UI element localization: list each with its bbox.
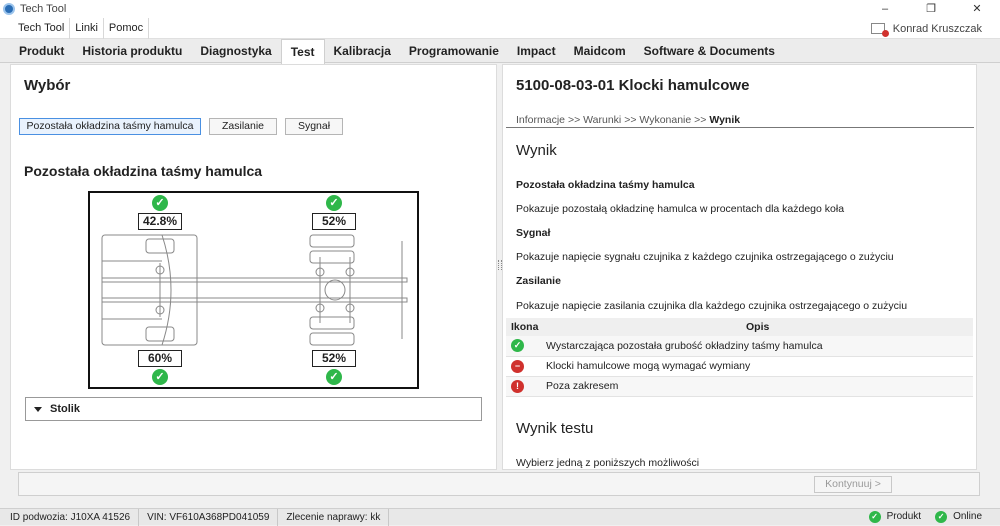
front-left-wear: 42.8%: [138, 213, 182, 230]
section-title-lining: Pozostała okładzina taśmy hamulca: [516, 179, 695, 191]
rear-left-status-icon: ✓: [326, 195, 342, 211]
notification-icon[interactable]: [870, 23, 889, 37]
front-right-wear: 60%: [138, 350, 182, 367]
wynik-testu-heading: Wynik testu: [516, 420, 594, 437]
product-status-label: Produkt: [886, 511, 922, 522]
legend-text: Poza zakresem: [546, 376, 973, 397]
rear-left-wear: 52%: [312, 213, 356, 230]
menu-item-linki[interactable]: Linki: [70, 17, 104, 39]
tab-maidcom[interactable]: Maidcom: [565, 39, 635, 63]
tab-software-documents[interactable]: Software & Documents: [635, 39, 784, 63]
column-header-description: Opis: [546, 318, 973, 336]
menu-item-pomoc[interactable]: Pomoc: [104, 17, 150, 39]
minus-circle-icon: −: [511, 359, 524, 373]
selection-panel: Wybór Pozostała okładzina taśmy hamulca …: [10, 64, 497, 470]
stolik-label: Stolik: [50, 403, 80, 415]
breadcrumb-informacje[interactable]: Informacje: [516, 114, 565, 126]
column-header-icon: Ikona: [506, 318, 546, 336]
product-status-icon: ✓: [868, 510, 881, 523]
front-left-status-icon: ✓: [152, 195, 168, 211]
section-title-signal: Sygnał: [516, 227, 551, 239]
user-name[interactable]: Konrad Kruszczak: [893, 23, 982, 35]
close-button[interactable]: ✕: [954, 0, 1000, 18]
stolik-collapsible[interactable]: Stolik: [25, 397, 482, 421]
tab-kalibracja[interactable]: Kalibracja: [325, 39, 400, 63]
tab-programowanie[interactable]: Programowanie: [400, 39, 508, 63]
legend-table: Ikona Opis ✓ Wystarczająca pozostała gru…: [506, 318, 973, 397]
section-title-supply: Zasilanie: [516, 275, 561, 287]
menu-bar: Tech Tool Linki Pomoc: [0, 17, 1000, 39]
breadcrumb-wykonanie[interactable]: Wykonanie: [639, 114, 691, 126]
panel-splitter[interactable]: [497, 64, 502, 470]
app-logo-icon: [3, 3, 15, 15]
vin: VIN: VF610A368PD041059: [139, 508, 279, 526]
ok-check-icon: ✓: [511, 339, 524, 353]
vertical-scrollbar[interactable]: [978, 64, 1000, 470]
wynik-testu-desc: Wybierz jedną z poniższych możliwości: [516, 457, 700, 469]
vehicle-diagram: ✓ 42.8% ✓ 52% 60% ✓ 52% ✓: [88, 191, 419, 389]
test-title: 5100-08-03-01 Klocki hamulcowe: [516, 77, 750, 94]
tab-impact[interactable]: Impact: [508, 39, 565, 63]
main-tabs: Produkt Historia produktu Diagnostyka Te…: [0, 39, 1000, 64]
supply-button[interactable]: Zasilanie: [209, 118, 277, 135]
window-controls: – ❐ ✕: [862, 0, 1000, 18]
breadcrumb: Informacje >> Warunki >> Wykonanie >> Wy…: [516, 114, 741, 126]
menu-item-tech-tool[interactable]: Tech Tool: [0, 17, 71, 39]
tab-test[interactable]: Test: [280, 39, 325, 64]
user-area: Konrad Kruszczak: [870, 18, 982, 39]
front-right-status-icon: ✓: [152, 369, 168, 385]
tab-produkt[interactable]: Produkt: [10, 39, 73, 63]
table-row: ✓ Wystarczająca pozostała grubość okładz…: [506, 336, 973, 357]
rear-right-wear: 52%: [312, 350, 356, 367]
table-row: − Klocki hamulcowe mogą wymagać wymiany: [506, 356, 973, 377]
minimize-button[interactable]: –: [862, 0, 908, 18]
legend-text: Wystarczająca pozostała grubość okładzin…: [546, 336, 973, 357]
signal-button[interactable]: Sygnał: [285, 118, 343, 135]
maximize-button[interactable]: ❐: [908, 0, 954, 18]
breadcrumb-warunki[interactable]: Warunki: [583, 114, 621, 126]
tab-historia-produktu[interactable]: Historia produktu: [73, 39, 191, 63]
repair-order: Zlecenie naprawy: kk: [278, 508, 390, 526]
chassis-id: ID podwozia: J10XA 41526: [0, 508, 140, 526]
expand-triangle-icon: [34, 406, 42, 412]
breadcrumb-divider: [506, 127, 974, 128]
table-row: ! Poza zakresem: [506, 376, 973, 397]
title-bar: Tech Tool – ❐ ✕: [0, 0, 1000, 18]
section-desc-supply: Pokazuje napięcie zasilania czujnika dla…: [516, 300, 908, 312]
tab-diagnostyka[interactable]: Diagnostyka: [191, 39, 280, 63]
online-status-icon: ✓: [935, 510, 948, 523]
online-status-label: Online: [953, 511, 982, 522]
panel-title: Wybór: [24, 77, 71, 94]
status-indicators: ✓ Produkt ✓ Online: [868, 508, 982, 525]
brake-lining-button[interactable]: Pozostała okładzina taśmy hamulca: [19, 118, 201, 135]
legend-text: Klocki hamulcowe mogą wymagać wymiany: [546, 356, 973, 377]
results-panel: 5100-08-03-01 Klocki hamulcowe Informacj…: [502, 64, 977, 470]
action-bar: Kontynuuj >: [18, 472, 980, 496]
section-title: Pozostała okładzina taśmy hamulca: [24, 163, 263, 179]
continue-button[interactable]: Kontynuuj >: [814, 476, 892, 493]
rear-right-status-icon: ✓: [326, 369, 342, 385]
alert-exclamation-icon: !: [511, 379, 524, 393]
window-title: Tech Tool: [20, 3, 67, 15]
breadcrumb-wynik: Wynik: [709, 114, 741, 126]
section-desc-signal: Pokazuje napięcie sygnału czujnika z każ…: [516, 251, 894, 263]
section-desc-lining: Pokazuje pozostałą okładzinę hamulca w p…: [516, 203, 845, 215]
wynik-heading: Wynik: [516, 142, 557, 159]
status-bar: ID podwozia: J10XA 41526 VIN: VF610A368P…: [0, 508, 1000, 526]
